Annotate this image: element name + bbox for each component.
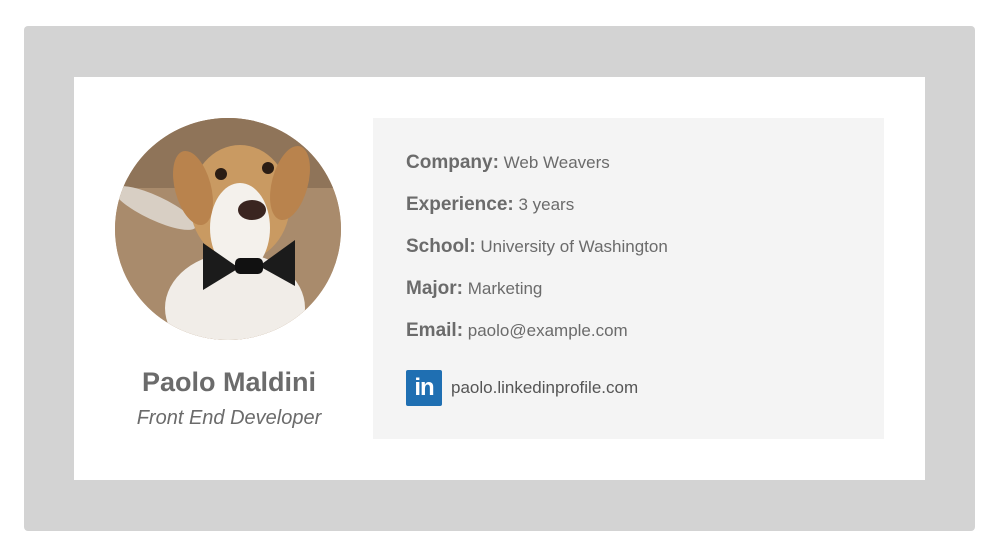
avatar [115, 118, 341, 340]
school-value: University of Washington [480, 237, 668, 256]
email-row: Email: paolo@example.com [406, 320, 628, 342]
dog-photo-icon [115, 118, 341, 340]
school-label: School: [406, 236, 476, 257]
experience-row: Experience: 3 years [406, 194, 574, 216]
info-panel: Company: Web Weavers Experience: 3 years… [373, 118, 884, 439]
linkedin-icon[interactable]: in [406, 369, 442, 406]
experience-label: Experience: [406, 194, 514, 215]
linkedin-row: in paolo.linkedinprofile.com [406, 369, 638, 406]
email-label: Email: [406, 320, 464, 341]
profile-column: Paolo Maldini Front End Developer [74, 77, 384, 480]
company-value: Web Weavers [503, 153, 610, 172]
company-label: Company: [406, 152, 499, 173]
email-value: paolo@example.com [467, 321, 628, 340]
major-value: Marketing [467, 279, 543, 298]
profile-role: Front End Developer [136, 407, 322, 429]
school-row: School: University of Washington [406, 236, 668, 258]
major-label: Major: [406, 278, 463, 299]
profile-name: Paolo Maldini [141, 367, 316, 397]
experience-value: 3 years [518, 195, 575, 214]
profile-card: Paolo Maldini Front End Developer Compan… [74, 77, 925, 480]
linkedin-link[interactable]: paolo.linkedinprofile.com [451, 378, 638, 398]
major-row: Major: Marketing [406, 278, 542, 300]
company-row: Company: Web Weavers [406, 152, 610, 174]
